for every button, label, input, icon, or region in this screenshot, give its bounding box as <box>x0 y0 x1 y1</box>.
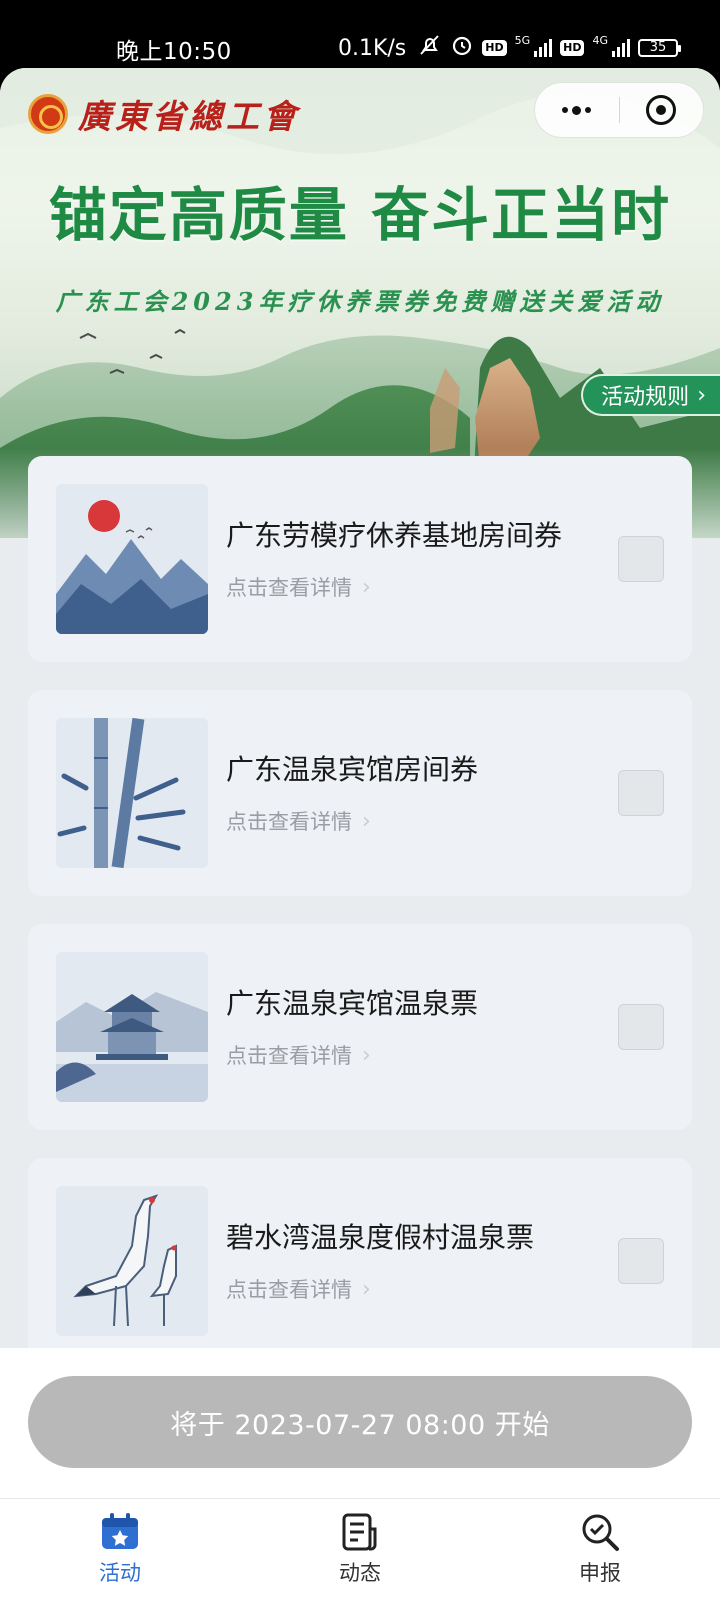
network-speed: 0.1K/s <box>337 35 407 61</box>
hero-slogan: 锚定高质量 奋斗正当时 <box>48 181 672 249</box>
activity-rules-label: 活动规则 <box>601 385 690 410</box>
alarm-icon <box>450 33 474 63</box>
ticket-title: 广东温泉宾馆房间券 <box>226 753 479 786</box>
ticket-checkbox[interactable] <box>618 1238 664 1284</box>
ticket-thumbnail <box>56 1186 208 1336</box>
ticket-card[interactable]: 碧水湾温泉度假村温泉票 点击查看详情 › <box>28 1158 692 1364</box>
signal-icon-2 <box>612 39 630 57</box>
start-time-button[interactable]: 将于 2023-07-27 08:00 开始 <box>28 1376 692 1468</box>
signal-icon-1 <box>534 39 553 57</box>
view-details-link[interactable]: 点击查看详情 › <box>226 1040 371 1070</box>
tab-news[interactable]: 动态 <box>240 1499 480 1600</box>
tab-bar: 活动 动态 申报 <box>0 1498 720 1600</box>
tab-label: 活动 <box>99 1561 141 1585</box>
activity-rules-button[interactable]: 活动规则 › <box>581 374 720 416</box>
ticket-card[interactable]: 广东劳模疗休养基地房间券 点击查看详情 › <box>28 456 692 662</box>
ticket-list: 广东劳模疗休养基地房间券 点击查看详情 › 广东温泉宾馆房间券 点击查看详情 ›… <box>28 456 692 1392</box>
network-type-2: 4G <box>592 33 608 47</box>
tab-label: 申报 <box>579 1561 621 1585</box>
close-miniprogram-button[interactable] <box>620 83 704 137</box>
hd-badge-2: HD <box>560 40 585 56</box>
ticket-title: 碧水湾温泉度假村温泉票 <box>226 1221 535 1254</box>
tab-declare[interactable]: 申报 <box>480 1499 720 1600</box>
union-emblem-icon <box>28 94 68 134</box>
bottom-panel: 将于 2023-07-27 08:00 开始 活动 动态 申报 <box>0 1348 720 1600</box>
target-icon <box>646 95 677 125</box>
status-bar: 晚上10:50 0.1K/s HD 5G HD 4G 35 <box>0 0 720 68</box>
ticket-card[interactable]: 广东温泉宾馆房间券 点击查看详情 › <box>28 690 692 896</box>
news-icon <box>339 1511 381 1553</box>
chevron-right-icon: › <box>362 808 371 834</box>
mute-bell-icon <box>418 33 442 63</box>
ticket-card[interactable]: 广东温泉宾馆温泉票 点击查看详情 › <box>28 924 692 1130</box>
view-details-link[interactable]: 点击查看详情 › <box>226 572 371 602</box>
view-details-label: 点击查看详情 <box>226 1278 352 1302</box>
more-dots-icon <box>562 105 592 115</box>
calendar-star-icon <box>99 1511 141 1553</box>
battery-icon: 35 <box>638 39 681 57</box>
ticket-checkbox[interactable] <box>618 770 664 816</box>
ticket-thumbnail <box>56 718 208 868</box>
ticket-thumbnail <box>56 484 208 634</box>
logo-text: 廣東省總工會 <box>78 97 300 136</box>
page: 廣東省總工會 锚定高质量 奋斗正当时 广东工会2023年疗休养票券免费赠送关爱活… <box>0 68 720 1600</box>
ticket-checkbox[interactable] <box>618 536 664 582</box>
tab-activity[interactable]: 活动 <box>0 1499 240 1600</box>
ticket-checkbox[interactable] <box>618 1004 664 1050</box>
hero-subtitle: 广东工会2023年疗休养票券免费赠送关爱活动 <box>55 287 665 316</box>
tab-label: 动态 <box>339 1561 381 1585</box>
hd-badge-1: HD <box>482 40 507 56</box>
union-logo: 廣東省總工會 <box>28 90 300 138</box>
chevron-right-icon: › <box>362 1276 371 1302</box>
status-icons: 0.1K/s HD 5G HD 4G 35 <box>337 33 681 63</box>
more-button[interactable] <box>535 83 619 137</box>
view-details-link[interactable]: 点击查看详情 › <box>226 1274 371 1304</box>
ticket-title: 广东温泉宾馆温泉票 <box>226 987 479 1020</box>
chevron-right-icon: › <box>362 574 371 600</box>
view-details-link[interactable]: 点击查看详情 › <box>226 806 371 836</box>
view-details-label: 点击查看详情 <box>226 1044 352 1068</box>
network-type-1: 5G <box>514 33 531 47</box>
chevron-right-icon: › <box>362 1042 371 1068</box>
miniprogram-capsule <box>534 82 704 138</box>
view-details-label: 点击查看详情 <box>226 576 352 600</box>
status-time: 晚上10:50 <box>116 39 232 65</box>
ticket-title: 广东劳模疗休养基地房间券 <box>226 519 563 552</box>
view-details-label: 点击查看详情 <box>226 810 352 834</box>
chevron-right-icon: › <box>697 382 706 408</box>
ticket-thumbnail <box>56 952 208 1102</box>
search-doc-icon <box>579 1511 621 1553</box>
